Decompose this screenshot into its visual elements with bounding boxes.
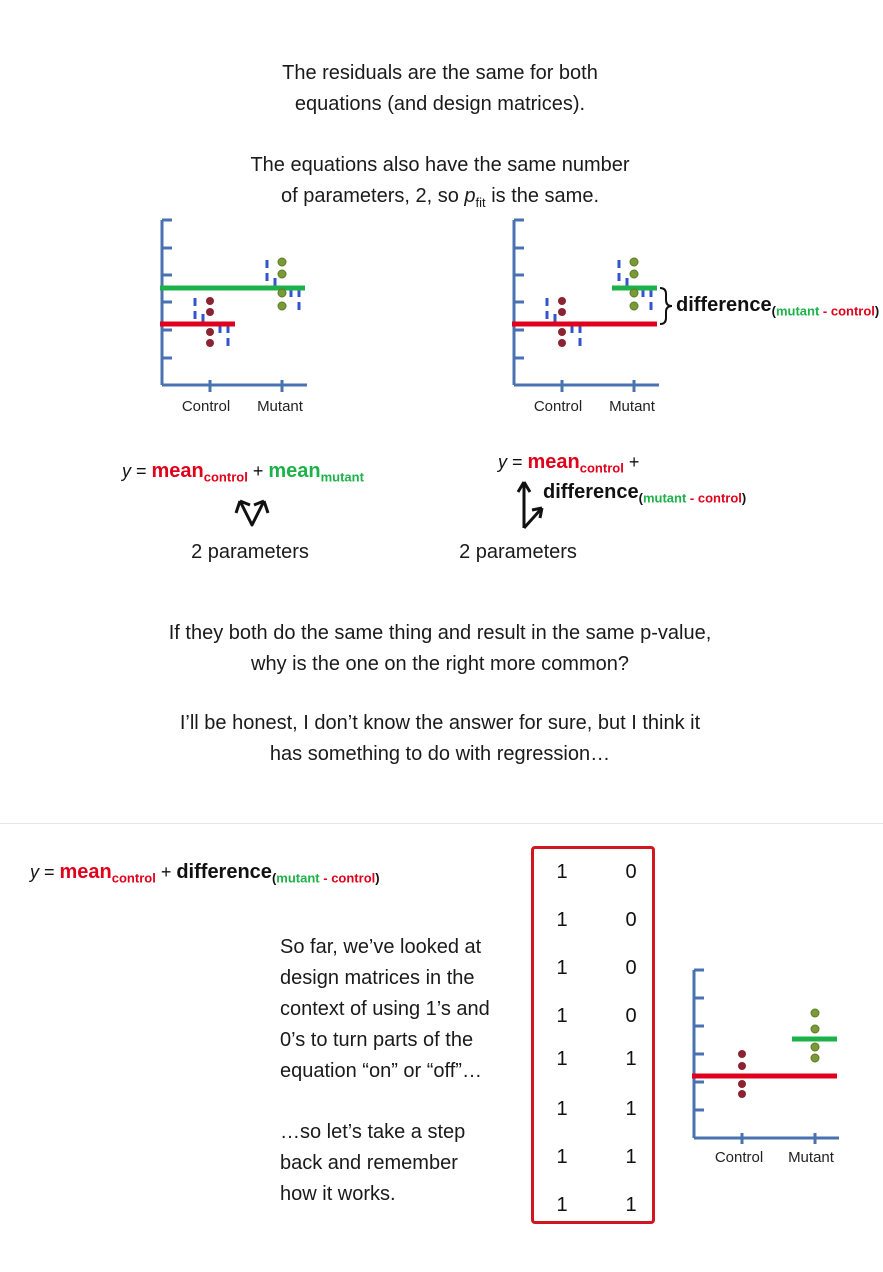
design-matrix: 1 0 1 0 1 0 1 0 1 1 1 1 1 1 1 1 (531, 846, 655, 1224)
right-params-label: 2 parameters (459, 541, 577, 563)
bottom-plot-dots-mutant (810, 1008, 820, 1063)
matrix-cell: 0 (625, 957, 637, 979)
double-arrow-icon (516, 481, 544, 530)
left-x-label-mutant: Mutant (257, 398, 304, 415)
left-plot: Control Mutant (160, 218, 307, 415)
matrix-cell: 1 (625, 1194, 637, 1216)
brace-label: difference(mutant - control) (676, 294, 880, 319)
right-plot-dots-mutant (629, 257, 639, 311)
explanation-line-2: design matrices in the (280, 967, 475, 989)
matrix-cell: 1 (625, 1048, 637, 1070)
left-equation: y = meancontrol + meanmutant (122, 460, 364, 485)
right-x-label-mutant: Mutant (609, 398, 656, 415)
explanation-text-2: …so let’s take a step back and remember … (280, 1117, 465, 1210)
right-x-label-control: Control (534, 398, 582, 415)
right-equation-line-2: difference(mutant - control) (543, 481, 747, 506)
matrix-cell: 1 (556, 1146, 568, 1168)
explanation-line-5: equation “on” or “off”… (280, 1060, 482, 1082)
residuals-text: The residuals are the same for both equa… (180, 58, 700, 120)
explanation-line-4: 0’s to turn parts of the (280, 1029, 474, 1051)
matrix-cell: 1 (556, 1194, 568, 1216)
matrix-cell: 0 (625, 909, 637, 931)
right-plot: Control Mutant (512, 218, 673, 415)
explanation-line-8: how it works. (280, 1183, 396, 1205)
middle-panel: If they both do the same thing and resul… (0, 578, 883, 823)
bottom-equation: y = meancontrol + difference(mutant - co… (30, 861, 380, 886)
bottom-x-label-control: Control (715, 1149, 763, 1166)
bottom-x-label-mutant: Mutant (788, 1149, 835, 1166)
left-x-label-control: Control (182, 398, 230, 415)
residuals-line-2: equations (and design matrices). (294, 93, 586, 115)
curly-brace-icon (659, 287, 673, 325)
question-line-1: If they both do the same thing and resul… (168, 622, 712, 644)
question-line-2: why is the one on the right more common? (251, 653, 629, 675)
matrix-cell: 1 (556, 1005, 568, 1027)
answer-text: I’ll be honest, I don’t know the answer … (80, 708, 800, 770)
answer-line-2: has something to do with regression… (269, 743, 611, 765)
residuals-line-1: The residuals are the same for both (282, 62, 598, 84)
right-equation-line-1: y = meancontrol + (498, 451, 640, 476)
matrix-cell: 1 (556, 1098, 568, 1120)
matrix-cell: 1 (556, 1048, 568, 1070)
explanation-line-1: So far, we’ve looked at (280, 936, 482, 958)
matrix-cell: 1 (625, 1098, 637, 1120)
explanation-line-3: context of using 1’s and (280, 998, 490, 1020)
left-plot-dots-mutant (277, 257, 287, 311)
parameters-line-1: The equations also have the same number (250, 154, 630, 176)
matrix-cell: 1 (556, 909, 568, 931)
matrix-cell: 1 (625, 1146, 637, 1168)
double-arrow-icon (234, 499, 270, 527)
matrix-cell: 0 (625, 1005, 637, 1027)
parameters-text: The equations also have the same number … (180, 150, 700, 218)
matrix-cell: 1 (556, 957, 568, 979)
explanation-line-7: back and remember (280, 1152, 458, 1174)
explanation-text-1: So far, we’ve looked at design matrices … (280, 932, 490, 1087)
bottom-plot: Control Mutant (692, 968, 839, 1166)
answer-line-1: I’ll be honest, I don’t know the answer … (179, 712, 701, 734)
top-panel: The residuals are the same for both equa… (0, 0, 883, 578)
matrix-cell: 1 (556, 861, 568, 883)
explanation-line-6: …so let’s take a step (280, 1121, 466, 1143)
matrix-cell: 0 (625, 861, 637, 883)
question-text: If they both do the same thing and resul… (80, 618, 800, 680)
left-params-label: 2 parameters (191, 541, 309, 563)
